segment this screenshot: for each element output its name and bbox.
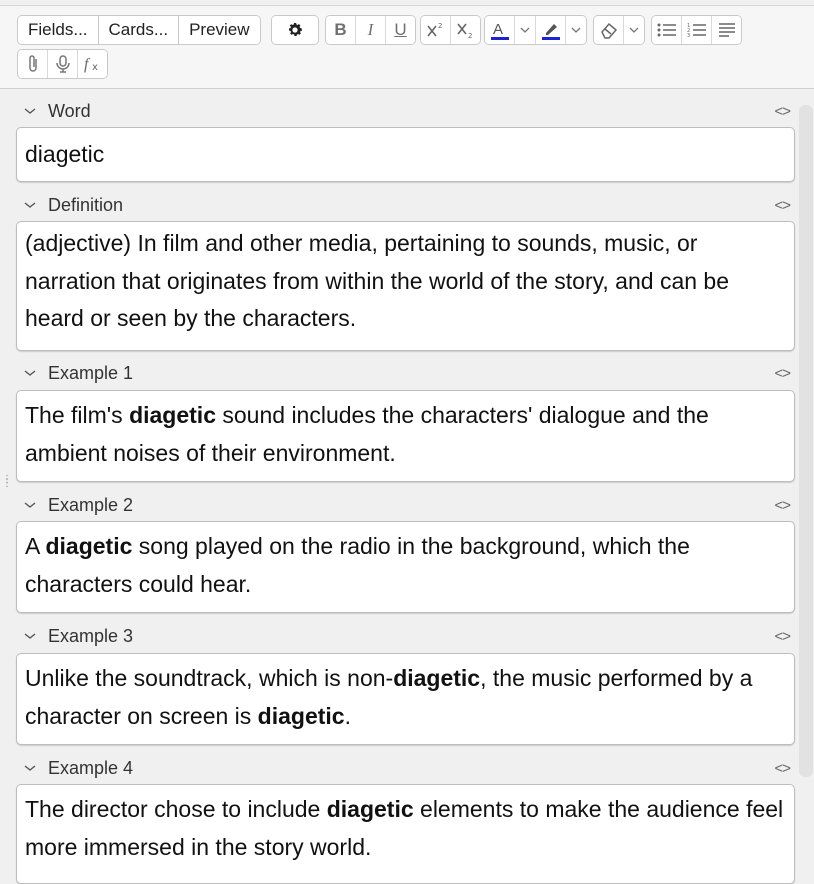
svg-text:2: 2 <box>468 32 472 39</box>
field-label: Word <box>48 100 91 121</box>
vertical-scrollbar[interactable] <box>799 105 813 777</box>
field-header-example-4[interactable]: Example 4 <> <box>16 754 796 782</box>
html-editor-toggle-icon[interactable]: <> <box>774 760 791 777</box>
field-header-example-1[interactable]: Example 1 <> <box>16 359 796 387</box>
media-group: fx <box>17 49 108 79</box>
cards-button[interactable]: Cards... <box>98 16 180 44</box>
bold-keyword: diagetic <box>257 702 345 729</box>
svg-text:x: x <box>92 62 98 73</box>
field-label: Definition <box>48 194 124 215</box>
html-editor-toggle-icon[interactable]: <> <box>774 365 791 382</box>
chevron-down-icon[interactable] <box>624 16 644 44</box>
collapse-chevron-icon[interactable] <box>16 632 44 640</box>
field-editor-example-2[interactable]: A diagetic song played on the radio in t… <box>16 521 795 613</box>
editor-toolbar: Fields... Cards... Preview B I U 2 2 A 1… <box>0 6 814 89</box>
text-run: The director chose to include <box>25 796 327 822</box>
field-label: Example 4 <box>48 757 134 778</box>
highlight-icon[interactable] <box>536 16 566 44</box>
field-editor-example-4[interactable]: The director chose to include diagetic e… <box>16 784 795 884</box>
paperclip-icon[interactable] <box>18 50 48 78</box>
field-label: Example 3 <box>48 625 134 646</box>
microphone-icon[interactable] <box>48 50 78 78</box>
fields-area: Word <> diagetic Definition <> (adjectiv… <box>0 89 800 884</box>
options-group <box>271 15 319 45</box>
eraser-group <box>593 15 645 45</box>
field-editor-example-1[interactable]: The film's diagetic sound includes the c… <box>16 390 795 482</box>
list-group: 123 <box>651 15 742 45</box>
html-editor-toggle-icon[interactable]: <> <box>774 628 791 645</box>
field-editor-definition[interactable]: (adjective) In film and other media, per… <box>16 221 795 351</box>
resize-grip-icon[interactable]: ⋮ ⋮ <box>2 475 12 489</box>
function-icon[interactable]: fx <box>78 50 107 78</box>
field-editor-example-3[interactable]: Unlike the soundtrack, which is non-diag… <box>16 653 795 745</box>
text-run: The film's <box>25 402 130 428</box>
gear-icon[interactable] <box>272 16 318 44</box>
svg-text:2: 2 <box>438 22 442 30</box>
script-group: 2 2 <box>420 15 481 45</box>
bold-keyword: diagetic <box>129 402 216 428</box>
collapse-chevron-icon[interactable] <box>16 107 44 115</box>
collapse-chevron-icon[interactable] <box>16 369 44 377</box>
field-label: Example 1 <box>48 362 134 383</box>
bullet-list-icon[interactable] <box>652 16 682 44</box>
chevron-down-icon[interactable] <box>515 16 536 44</box>
field-header-example-2[interactable]: Example 2 <> <box>16 491 796 519</box>
collapse-chevron-icon[interactable] <box>16 764 44 772</box>
collapse-chevron-icon[interactable] <box>16 201 44 209</box>
field-label: Example 2 <box>48 494 134 515</box>
underline-icon[interactable]: U <box>386 16 415 44</box>
italic-icon[interactable]: I <box>356 16 386 44</box>
text-run: Unlike the soundtrack, which is non- <box>25 665 394 691</box>
subscript-icon[interactable]: 2 <box>451 16 480 44</box>
svg-text:A: A <box>493 21 503 38</box>
bold-keyword: diagetic <box>326 796 414 822</box>
svg-text:3: 3 <box>687 33 690 38</box>
svg-text:f: f <box>84 56 91 73</box>
field-content: (adjective) In film and other media, per… <box>25 230 730 331</box>
field-header-example-3[interactable]: Example 3 <> <box>16 622 796 650</box>
superscript-icon[interactable]: 2 <box>421 16 451 44</box>
numbered-list-icon[interactable]: 123 <box>682 16 712 44</box>
fields-button[interactable]: Fields... <box>18 16 99 44</box>
field-header-definition[interactable]: Definition <> <box>16 191 796 219</box>
eraser-icon[interactable] <box>594 16 624 44</box>
field-editor-word[interactable]: diagetic <box>16 127 795 182</box>
text-format-group: B I U <box>325 15 416 45</box>
color-group: A <box>484 15 587 45</box>
html-editor-toggle-icon[interactable]: <> <box>774 497 791 514</box>
bold-icon[interactable]: B <box>326 16 356 44</box>
align-icon[interactable] <box>712 16 741 44</box>
text-color-icon[interactable]: A <box>485 16 515 44</box>
bold-keyword: diagetic <box>45 533 133 559</box>
field-content: diagetic <box>25 141 105 167</box>
note-actions-group: Fields... Cards... Preview <box>17 15 261 45</box>
html-editor-toggle-icon[interactable]: <> <box>774 197 791 214</box>
collapse-chevron-icon[interactable] <box>16 501 44 509</box>
text-run: A <box>25 533 46 559</box>
field-header-word[interactable]: Word <> <box>16 97 796 125</box>
html-editor-toggle-icon[interactable]: <> <box>774 103 791 120</box>
bold-keyword: diagetic <box>393 665 481 691</box>
chevron-down-icon[interactable] <box>566 16 586 44</box>
preview-button[interactable]: Preview <box>179 16 260 44</box>
text-run: . <box>344 702 351 729</box>
